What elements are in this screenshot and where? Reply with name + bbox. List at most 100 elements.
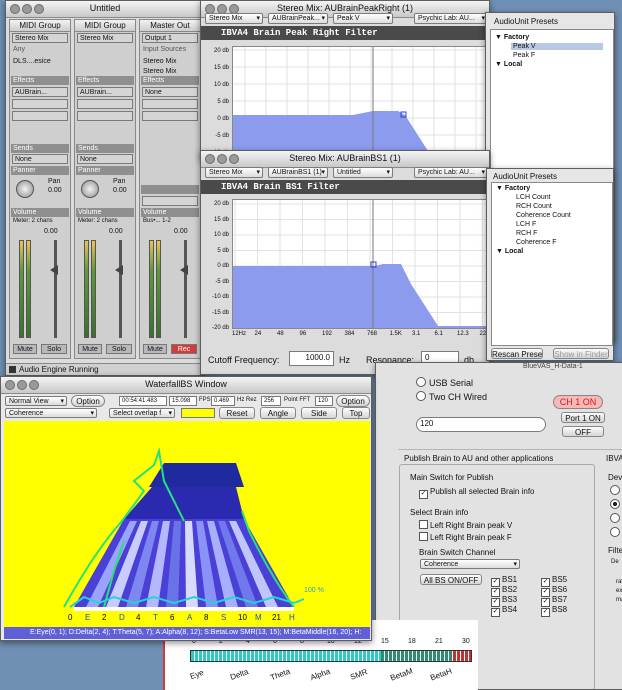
peak-y-tick-label: 0 db (217, 116, 229, 122)
bs1-toolbar-lab[interactable]: Psychic Lab: AU... (414, 167, 488, 178)
bs1-filter-plot[interactable] (232, 199, 488, 329)
tree2-local[interactable]: ▼ Local (496, 248, 523, 255)
preset-peak-v[interactable]: Peak V (511, 43, 603, 50)
peak-filter-plot[interactable] (232, 46, 488, 158)
effect-slot-2[interactable] (142, 99, 198, 109)
side-radio-3[interactable] (610, 513, 622, 524)
rescan-presets-button[interactable]: Rescan Presets (491, 348, 543, 359)
effect-slot-2[interactable] (12, 99, 68, 109)
level-meter-right (91, 240, 96, 338)
mute-button[interactable]: Mute (143, 344, 167, 354)
minimize-icon[interactable] (17, 380, 27, 390)
preset-rch-count[interactable]: RCH Count (516, 203, 552, 210)
angle-button[interactable]: Angle (260, 407, 296, 419)
preset-rch-f[interactable]: RCH F (516, 230, 537, 237)
pan-knob-icon[interactable] (16, 180, 34, 198)
send-select[interactable]: None (77, 154, 133, 164)
peak-toolbar-preset[interactable]: Peak V (333, 13, 393, 24)
mute-button[interactable]: Mute (78, 344, 102, 354)
effect-slot-1[interactable]: None (142, 87, 198, 97)
color-swatch[interactable] (181, 408, 215, 418)
preset-lch-f[interactable]: LCH F (516, 221, 536, 228)
coherence-select[interactable]: Coherence (5, 408, 97, 418)
effect-slot-2[interactable] (77, 99, 133, 109)
usb-serial-radio[interactable]: USB Serial (416, 377, 473, 388)
tree-factory[interactable]: ▼ Factory (495, 34, 529, 41)
effect-slot-3[interactable] (142, 111, 198, 121)
volume-fader-handle[interactable] (115, 265, 123, 275)
side-radio-4[interactable] (610, 527, 622, 538)
count-field[interactable]: 120 (416, 417, 546, 432)
peak-filter-window: Stereo Mix: AUBrainPeakRight (1) Stereo … (200, 0, 490, 160)
view-select[interactable]: Normal View (5, 396, 67, 406)
side-button[interactable]: Side (301, 407, 337, 419)
top-button[interactable]: Top (342, 407, 370, 419)
record-button[interactable]: Rec (171, 344, 197, 354)
bs1-toolbar-unit[interactable]: AUBrainBS1 (1) (268, 167, 328, 178)
side-radio-1[interactable] (610, 485, 622, 496)
volume-fader-handle[interactable] (180, 265, 188, 275)
zoom-icon[interactable] (34, 4, 44, 14)
preset-lch-count[interactable]: LCH Count (516, 194, 551, 201)
peak-toolbar-unit[interactable]: AUBrainPeak... (268, 13, 328, 24)
overlap-select[interactable]: Select overlap f (109, 408, 175, 418)
band-meter-peak (453, 651, 471, 661)
channel-input-select[interactable]: Stereo Mix (77, 33, 133, 43)
bs1-toolbar-preset[interactable]: Untitled (333, 167, 393, 178)
channel-input-select[interactable]: Stereo Mix (12, 33, 68, 43)
waterfall-canvas[interactable]: 0 E 2 D 4 T 6 A 8 S 10 M 21 H 100 % (4, 421, 370, 627)
pan-knob-icon[interactable] (81, 180, 99, 198)
hz-rez-field[interactable]: 256 (261, 396, 281, 406)
show-in-finder-button[interactable]: Show in Finder (553, 348, 609, 359)
preset-coherence-f[interactable]: Coherence F (516, 239, 556, 246)
minimize-icon[interactable] (22, 4, 32, 14)
publish-header: Publish Brain to AU and other applicatio… (404, 454, 554, 463)
bs1-x-tick-label: 3.1 (412, 331, 421, 337)
off-button[interactable]: OFF (562, 426, 604, 437)
send-select[interactable]: None (12, 154, 68, 164)
master-effect-select[interactable] (142, 196, 198, 206)
solo-button[interactable]: Solo (41, 344, 67, 354)
bs-checkbox-bs8[interactable]: ✓ BS8 (541, 605, 567, 617)
waterfall-axis-label: 6 (170, 613, 175, 622)
close-icon[interactable] (10, 4, 20, 14)
bs1-toolbar-source[interactable]: Stereo Mix (205, 167, 263, 178)
option-button-2[interactable]: Option (336, 395, 370, 407)
left-right-f-checkbox[interactable]: Left Right Brain peak F (419, 532, 512, 542)
effect-slot-3[interactable] (12, 111, 68, 121)
solo-button[interactable]: Solo (106, 344, 132, 354)
option-button-1[interactable]: Option (71, 395, 105, 407)
mute-button[interactable]: Mute (13, 344, 37, 354)
cutoff-input[interactable]: 1000.0 (289, 351, 334, 366)
bs-checkbox-bs4[interactable]: ✓ BS4 (491, 605, 517, 617)
zoom-icon[interactable] (229, 154, 239, 164)
peak-toolbar-source[interactable]: Stereo Mix (205, 13, 263, 24)
zoom-icon[interactable] (29, 380, 39, 390)
meter-label: Bus•... 1-2 (143, 218, 171, 224)
close-icon[interactable] (5, 380, 15, 390)
channel-input-select[interactable]: Output 1 (142, 33, 198, 43)
effect-slot-1[interactable]: AUBrain... (77, 87, 133, 97)
effect-slot-1[interactable]: AUBrain... (12, 87, 68, 97)
side-radio-2[interactable] (610, 499, 622, 510)
volume-fader-handle[interactable] (50, 265, 58, 275)
port1-on-button[interactable]: Port 1 ON (561, 412, 605, 423)
tree-local[interactable]: ▼ Local (495, 61, 522, 68)
all-bs-button[interactable]: All BS ON/OFF (420, 574, 482, 585)
waterfall-axis-label: S (221, 613, 227, 622)
left-right-v-checkbox[interactable]: Left Right Brain peak V (419, 520, 512, 530)
minimize-icon[interactable] (217, 154, 227, 164)
waterfall-axis-label: H (289, 613, 295, 622)
ch1-on-button[interactable]: CH 1 ON (553, 395, 603, 409)
tree2-factory[interactable]: ▼ Factory (496, 185, 530, 192)
two-ch-wired-radio[interactable]: Two CH Wired (416, 391, 487, 402)
peak-toolbar-lab[interactable]: Psychic Lab: AU... (414, 13, 488, 24)
close-icon[interactable] (205, 154, 215, 164)
reset-button[interactable]: Reset (219, 407, 255, 419)
preset-coherence-count[interactable]: Coherence Count (516, 212, 571, 219)
effect-slot-3[interactable] (77, 111, 133, 121)
preset-peak-f[interactable]: Peak F (513, 52, 535, 59)
publish-all-checkbox[interactable]: ✓ Publish all selected Brain info (419, 487, 535, 499)
bs-channel-select[interactable]: Coherence (420, 559, 520, 569)
point-fft-field[interactable]: 120 (315, 396, 333, 406)
